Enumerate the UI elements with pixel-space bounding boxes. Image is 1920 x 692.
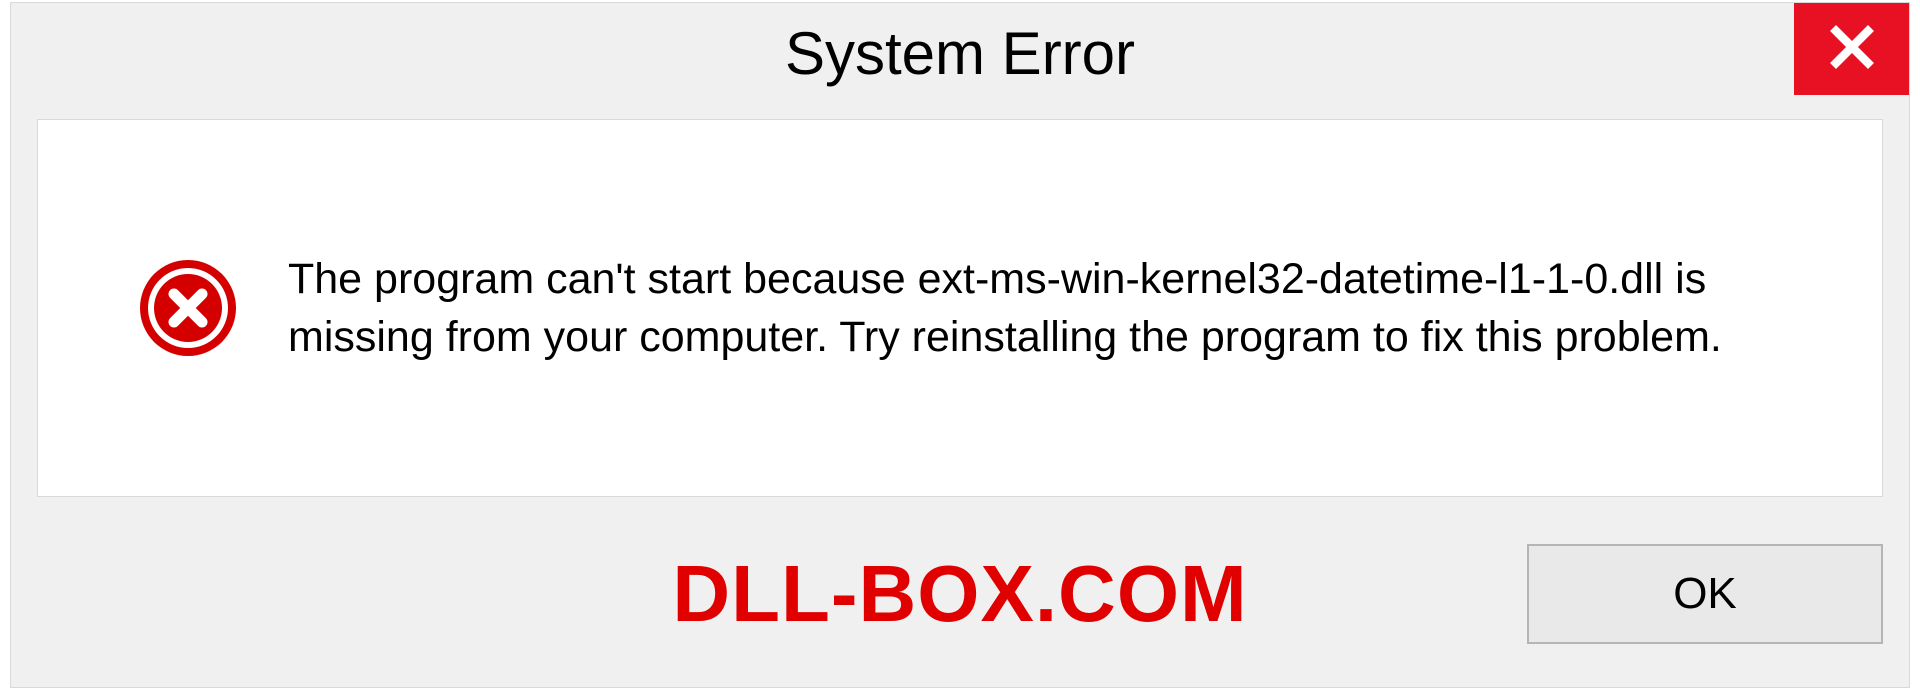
titlebar: System Error — [11, 3, 1909, 103]
close-icon — [1828, 23, 1876, 76]
dialog-title: System Error — [785, 19, 1135, 88]
error-message: The program can't start because ext-ms-w… — [288, 250, 1848, 366]
content-panel: The program can't start because ext-ms-w… — [37, 119, 1883, 497]
error-icon — [138, 258, 238, 358]
watermark-text: DLL-BOX.COM — [672, 548, 1247, 640]
close-button[interactable] — [1794, 3, 1909, 95]
ok-button[interactable]: OK — [1527, 544, 1883, 644]
dialog-footer: DLL-BOX.COM OK — [37, 519, 1883, 669]
error-dialog: System Error The program can't start bec… — [10, 2, 1910, 688]
